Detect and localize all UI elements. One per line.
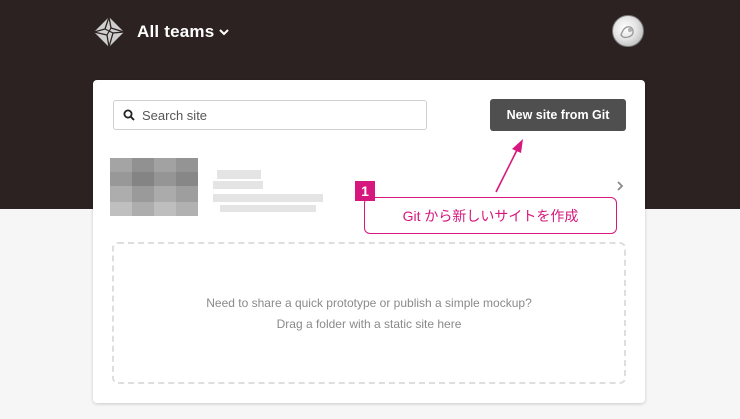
annotation-text: Git から新しいサイトを作成 — [402, 207, 579, 224]
annotation-callout: Git から新しいサイトを作成 — [364, 197, 617, 234]
annotation-number-badge: 1 — [355, 181, 375, 201]
